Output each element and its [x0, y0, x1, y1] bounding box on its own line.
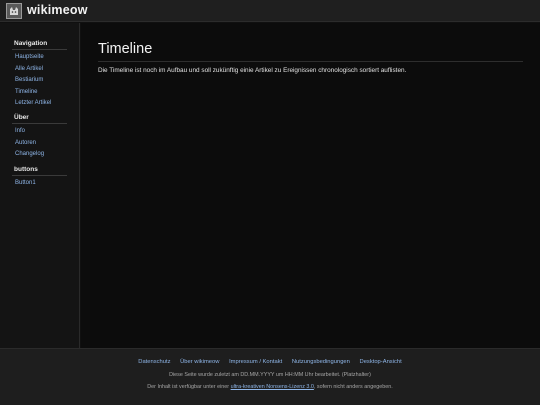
site-title[interactable]: wikimeow [27, 3, 88, 17]
footer: Datenschutz Über wikimeow Impressum / Ko… [0, 348, 540, 405]
sidebar-item-hauptseite[interactable]: Hauptseite [15, 54, 44, 60]
sidebar-item-changelog[interactable]: Changelog [15, 151, 44, 157]
sidebar-item-alle-artikel[interactable]: Alle Artikel [15, 66, 43, 72]
footer-license-line: Der Inhalt ist verfügbar unter einer ult… [0, 384, 540, 390]
sidebar-item-letzter-artikel[interactable]: Letzter Artikel [15, 100, 51, 106]
sidebar-heading-navigation: Navigation [14, 40, 48, 47]
sidebar-item-button1[interactable]: Button1 [15, 180, 36, 186]
footer-link-datenschutz[interactable]: Datenschutz [138, 359, 170, 365]
license-prefix: Der Inhalt ist verfügbar unter einer [147, 384, 230, 390]
sidebar-heading-ueber: Über [14, 114, 29, 121]
sidebar-divider [12, 49, 67, 50]
sidebar-heading-buttons: buttons [14, 166, 38, 173]
sidebar: Navigation Hauptseite Alle Artikel Besti… [0, 23, 80, 348]
sidebar-item-autoren[interactable]: Autoren [15, 140, 36, 146]
sidebar-divider [12, 175, 67, 176]
sidebar-item-info[interactable]: Info [15, 128, 25, 134]
footer-link-impressum[interactable]: Impressum / Kontakt [229, 359, 282, 365]
footer-link-nutzungsbedingungen[interactable]: Nutzungsbedingungen [292, 359, 350, 365]
page-text: Die Timeline ist noch im Aufbau und soll… [98, 67, 407, 74]
sidebar-item-bestiarium[interactable]: Bestiarium [15, 77, 43, 83]
license-link[interactable]: ultra-kreativen Nonsens-Lizenz 3.0 [231, 384, 314, 390]
footer-updated-text: Diese Seite wurde zuletzt am DD.MM.YYYY … [169, 372, 371, 378]
main-content: Timeline Die Timeline ist noch im Aufbau… [81, 23, 540, 348]
title-divider [98, 61, 523, 62]
footer-link-ueber[interactable]: Über wikimeow [180, 359, 219, 365]
license-suffix: , sofern nicht anders angegeben. [313, 384, 393, 390]
page-title: Timeline [98, 41, 153, 57]
footer-links: Datenschutz Über wikimeow Impressum / Ko… [0, 359, 540, 365]
sidebar-divider [12, 123, 67, 124]
top-bar: wikimeow [0, 0, 540, 22]
cat-logo-icon[interactable] [6, 3, 22, 19]
footer-link-desktop-ansicht[interactable]: Desktop-Ansicht [360, 359, 402, 365]
sidebar-item-timeline[interactable]: Timeline [15, 89, 37, 95]
